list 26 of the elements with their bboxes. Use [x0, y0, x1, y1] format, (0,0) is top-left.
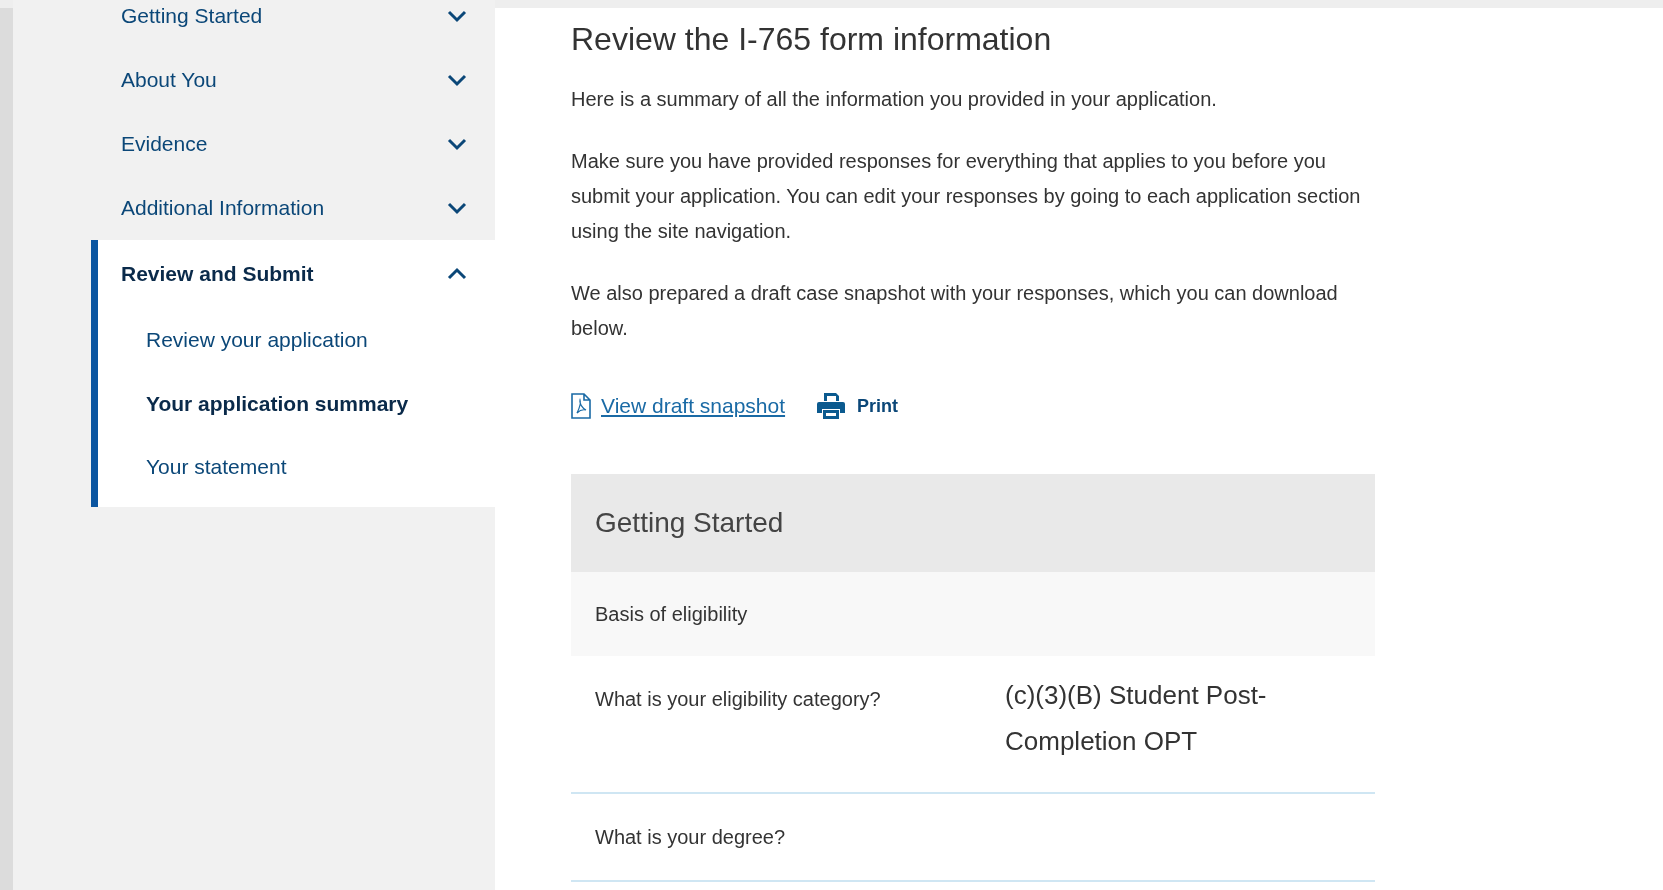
sidebar-subitem[interactable]: Your statement	[98, 435, 495, 499]
printer-icon	[817, 392, 846, 421]
sidebar-item[interactable]: Getting Started	[13, 0, 495, 48]
print-button[interactable]: Print	[817, 392, 899, 421]
paragraph: Make sure you have provided responses for everything that applies to you before you submit your application. You can edit your responses by going to each application section using the site navigation.	[571, 149, 1361, 245]
sidebar-item[interactable]: Additional Information	[13, 176, 495, 240]
chevron-down-icon	[447, 9, 467, 23]
question-label: What is your eligibility category?	[595, 686, 882, 712]
page-title: Review the I-765 form information	[571, 20, 1053, 59]
sidebar-subitem[interactable]: Your application summary	[98, 371, 495, 435]
chevron-down-icon	[447, 137, 467, 151]
paragraph: Here is a summary of all the information you provided in your application.	[571, 87, 1218, 113]
answer-value: (c)(3)(B) Student Post-Completion OPT	[1005, 678, 1268, 758]
section-heading: Getting Started	[571, 473, 1375, 572]
chevron-up-icon	[447, 267, 467, 281]
paragraph: We also prepared a draft case snapshot with your responses, which you can download below.	[571, 281, 1339, 342]
view-snapshot-link[interactable]: View draft snapshot	[571, 390, 786, 422]
chevron-down-icon	[447, 73, 467, 87]
sidebar-item[interactable]: Review and Submit	[98, 240, 495, 308]
question-label: What is your degree?	[595, 824, 787, 850]
pdf-file-icon	[571, 393, 591, 420]
sidebar-item[interactable]: Evidence	[13, 112, 495, 176]
chevron-down-icon	[447, 201, 467, 215]
sidebar-subitem[interactable]: Review your application	[98, 308, 495, 372]
sidebar-item[interactable]: About You	[13, 48, 495, 112]
subsection-heading: Basis of eligibility	[571, 571, 1375, 656]
